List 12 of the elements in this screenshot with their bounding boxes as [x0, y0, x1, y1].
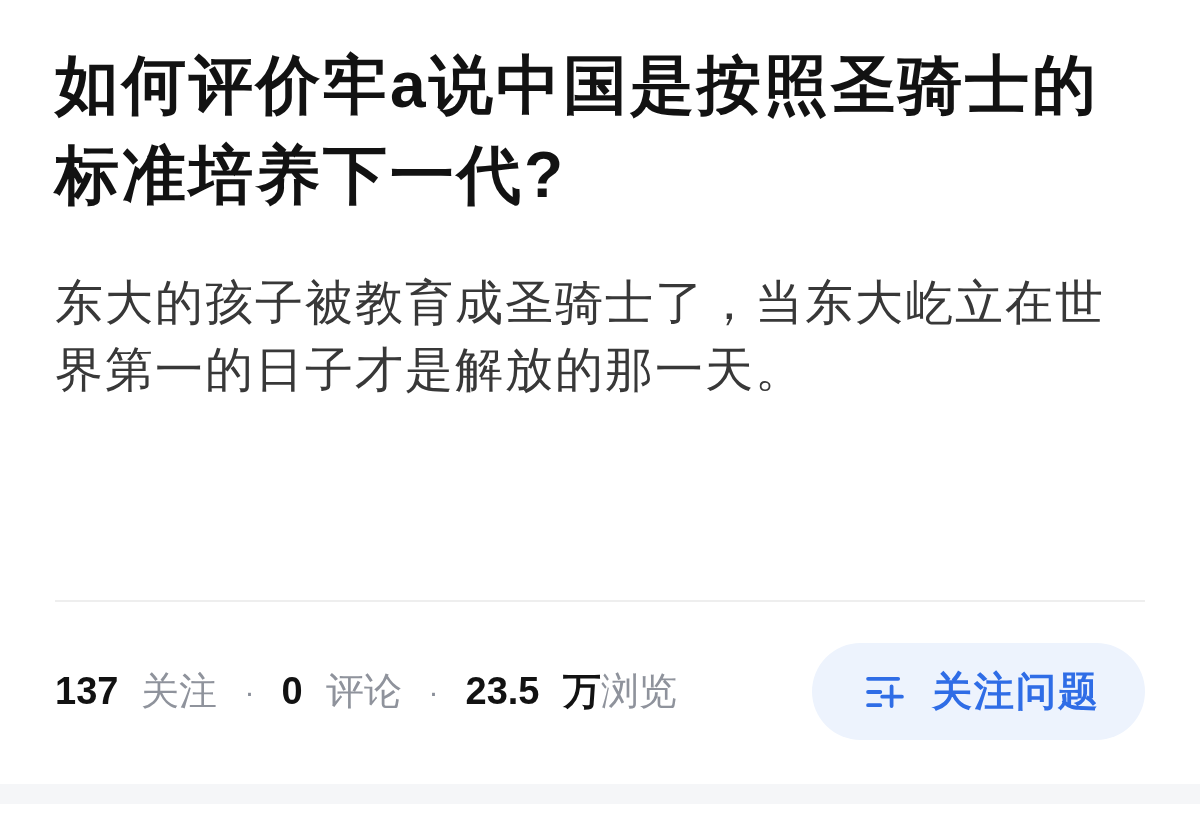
question-title: 如何评价牢a说中国是按照圣骑士的标准培养下一代?: [55, 48, 1100, 213]
question-description: 东大的孩子被教育成圣骑士了，当东大屹立在世界第一的日子才是解放的那一天。: [55, 275, 1106, 398]
dot-separator: ·: [244, 674, 255, 709]
stat-count: 23.5: [465, 670, 540, 713]
stat-count: 137: [55, 670, 119, 713]
list-plus-icon: [866, 675, 904, 708]
stat-label: 评论: [325, 669, 402, 714]
stat-count: 0: [281, 670, 303, 713]
follow-question-button[interactable]: 关注问题: [812, 643, 1145, 740]
stat-label: 万浏览: [562, 669, 677, 714]
dot-separator: ·: [428, 674, 439, 709]
stat-label: 关注: [141, 669, 218, 714]
